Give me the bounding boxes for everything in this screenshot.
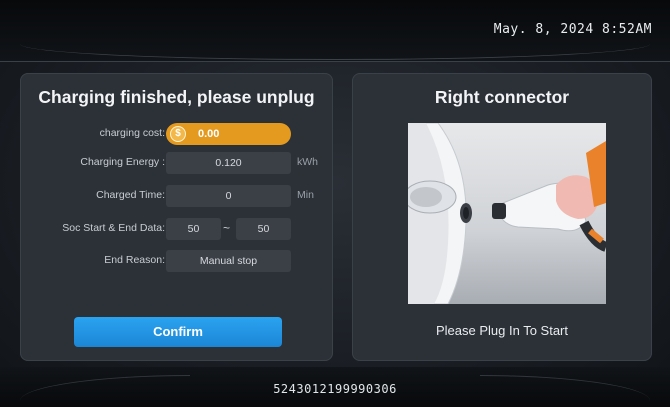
time-unit: Min — [297, 189, 314, 201]
energy-unit: kWh — [297, 156, 318, 168]
soc-separator: ~ — [223, 221, 231, 235]
top-bar: May. 8, 2024 8:52AM — [0, 0, 670, 62]
serial-number: 5243012199990306 — [273, 382, 397, 396]
energy-label: Charging Energy : — [80, 156, 165, 168]
charging-summary-panel: Charging finished, please unplug chargin… — [20, 73, 333, 361]
cost-label: charging cost: — [99, 127, 165, 139]
summary-title: Charging finished, please unplug — [38, 87, 315, 107]
cost-value: 0.00 — [198, 128, 220, 140]
top-bar-divider — [20, 44, 650, 60]
connector-title: Right connector — [434, 87, 570, 107]
coin-icon: $ — [170, 126, 186, 142]
end-reason-label: End Reason: — [104, 254, 165, 266]
cost-row: charging cost: $ 0.00 — [20, 123, 333, 145]
plug-in-illustration — [408, 123, 606, 304]
energy-value: 0.120 — [166, 152, 291, 174]
plug-in-image — [408, 123, 606, 304]
end-reason-row: End Reason: Manual stop — [20, 250, 333, 272]
soc-start-value: 50 — [166, 218, 221, 240]
connector-panel: Right connector Please Plug In To Start — [352, 73, 652, 361]
soc-label: Soc Start & End Data: — [62, 222, 165, 234]
charger-screen: May. 8, 2024 8:52AM Charging finished, p… — [0, 0, 670, 407]
time-label: Charged Time: — [96, 189, 165, 201]
soc-row: Soc Start & End Data: 50 ~ 50 — [20, 218, 333, 240]
plug-in-caption: Please Plug In To Start — [435, 323, 568, 338]
soc-end-value: 50 — [236, 218, 291, 240]
end-reason-value: Manual stop — [166, 250, 291, 272]
energy-row: Charging Energy : 0.120 kWh — [20, 152, 333, 174]
time-value: 0 — [166, 185, 291, 207]
time-row: Charged Time: 0 Min — [20, 185, 333, 207]
datetime: May. 8, 2024 8:52AM — [493, 22, 652, 37]
confirm-button[interactable]: Confirm — [74, 317, 282, 347]
cost-field: $ 0.00 — [166, 123, 291, 145]
